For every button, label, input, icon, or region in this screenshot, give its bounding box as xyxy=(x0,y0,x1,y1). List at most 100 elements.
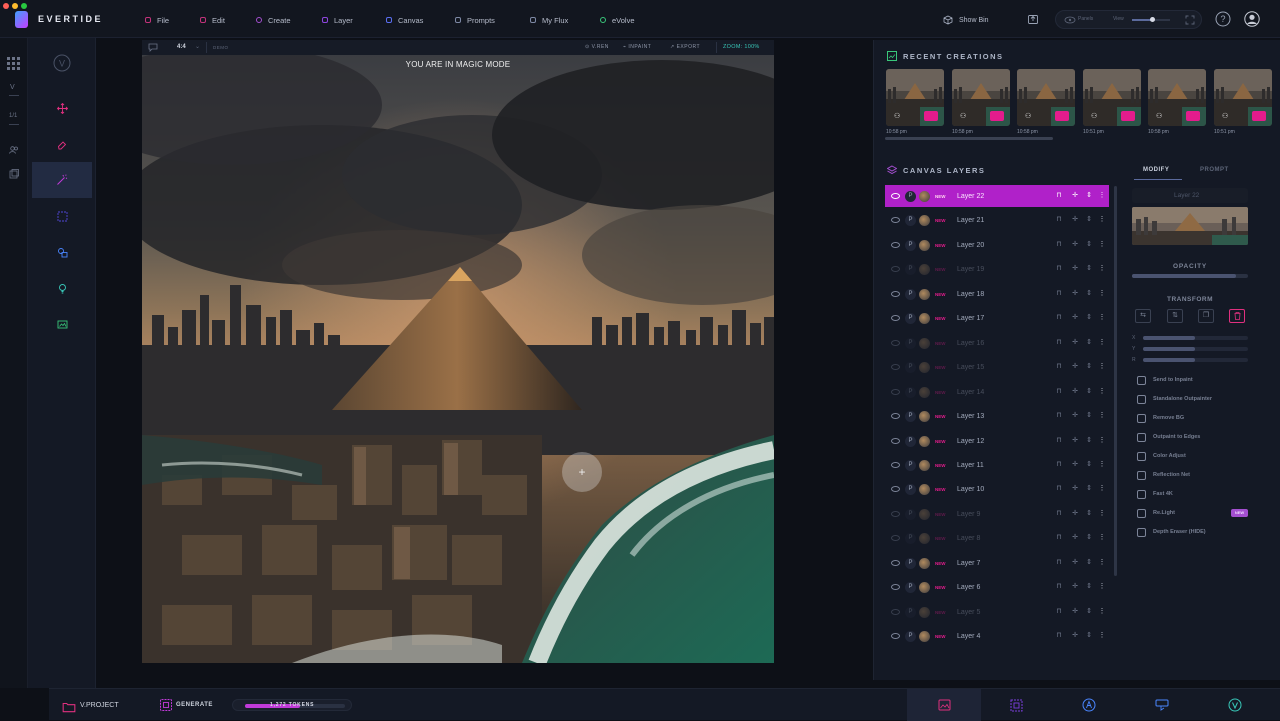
help-button[interactable]: ? xyxy=(1215,11,1231,27)
move-layer-icon[interactable]: ✛ xyxy=(1071,583,1079,591)
layer-p-badge[interactable]: P xyxy=(905,435,916,447)
layer-p-badge[interactable]: P xyxy=(905,361,916,373)
vgen-button[interactable]: ⊙ V.REN xyxy=(585,44,609,50)
lock-icon[interactable]: ⊓ xyxy=(1055,559,1063,567)
move-layer-icon[interactable]: ✛ xyxy=(1071,559,1079,567)
layer-menu-icon[interactable]: ⋮ xyxy=(1098,485,1106,493)
layers-scrollbar[interactable] xyxy=(1114,186,1117,576)
lock-icon[interactable]: ⊓ xyxy=(1055,632,1063,640)
layer-tool-item[interactable]: Reflection Net xyxy=(1137,468,1190,482)
layer-menu-icon[interactable]: ⋮ xyxy=(1098,339,1106,347)
visibility-eye-icon[interactable] xyxy=(891,242,900,248)
layer-tool-item[interactable]: Send to Inpaint xyxy=(1137,373,1193,387)
layer-p-badge[interactable]: P xyxy=(905,263,916,275)
move-tool[interactable] xyxy=(32,90,92,126)
layer-menu-icon[interactable]: ⋮ xyxy=(1098,388,1106,396)
axis-slider[interactable] xyxy=(1143,358,1248,362)
project-icon[interactable] xyxy=(62,700,76,714)
reorder-icon[interactable]: ⇕ xyxy=(1085,388,1093,396)
close-window-dot[interactable] xyxy=(3,3,9,9)
project-button[interactable]: V.PROJECT xyxy=(80,702,119,709)
reorder-icon[interactable]: ⇕ xyxy=(1085,583,1093,591)
lock-icon[interactable]: ⊓ xyxy=(1055,241,1063,249)
lock-icon[interactable]: ⊓ xyxy=(1055,461,1063,469)
menu-canvas[interactable]: Canvas xyxy=(386,13,423,27)
reorder-icon[interactable]: ⇕ xyxy=(1085,192,1093,200)
move-layer-icon[interactable]: ✛ xyxy=(1071,412,1079,420)
move-layer-icon[interactable]: ✛ xyxy=(1071,265,1079,273)
visibility-eye-icon[interactable] xyxy=(891,413,900,419)
menu-edit[interactable]: Edit xyxy=(200,13,225,27)
layer-row[interactable]: P NEW Layer 18 ⊓ ✛ ⇕ ⋮ xyxy=(885,283,1109,305)
magic-tool[interactable] xyxy=(32,162,92,198)
layer-menu-icon[interactable]: ⋮ xyxy=(1098,437,1106,445)
duplicate-button[interactable]: ❐ xyxy=(1198,309,1214,323)
layer-menu-icon[interactable]: ⋮ xyxy=(1098,608,1106,616)
layer-p-badge[interactable]: P xyxy=(905,410,916,422)
thumbnail-view-icon[interactable]: ⚇ xyxy=(1156,112,1162,120)
layer-tool-item[interactable]: Depth Eraser (HIDE) xyxy=(1137,525,1206,539)
layer-row[interactable]: P NEW Layer 10 ⊓ ✛ ⇕ ⋮ xyxy=(885,478,1109,500)
recent-thumbnail[interactable]: ⚇ xyxy=(1148,69,1206,126)
layer-tool-item[interactable]: Outpaint to Edges xyxy=(1137,430,1200,444)
move-layer-icon[interactable]: ✛ xyxy=(1071,437,1079,445)
layer-row[interactable]: P NEW Layer 19 ⊓ ✛ ⇕ ⋮ xyxy=(885,258,1109,280)
layer-row[interactable]: P NEW Layer 4 ⊓ ✛ ⇕ ⋮ xyxy=(885,625,1109,647)
panels-label[interactable]: Panels xyxy=(1078,16,1093,22)
layer-menu-icon[interactable]: ⋮ xyxy=(1098,534,1106,542)
layer-row[interactable]: P NEW Layer 20 ⊓ ✛ ⇕ ⋮ xyxy=(885,234,1109,256)
apps-grid-icon[interactable] xyxy=(7,57,20,70)
layer-menu-icon[interactable]: ⋮ xyxy=(1098,265,1106,273)
minimize-window-dot[interactable] xyxy=(12,3,18,9)
layer-row[interactable]: P NEW Layer 9 ⊓ ✛ ⇕ ⋮ xyxy=(885,503,1109,525)
layer-row[interactable]: P NEW Layer 15 ⊓ ✛ ⇕ ⋮ xyxy=(885,356,1109,378)
visibility-eye-icon[interactable] xyxy=(891,511,900,517)
reorder-icon[interactable]: ⇕ xyxy=(1085,510,1093,518)
move-layer-icon[interactable]: ✛ xyxy=(1071,632,1079,640)
layer-row[interactable]: P NEW Layer 13 ⊓ ✛ ⇕ ⋮ xyxy=(885,405,1109,427)
image-tool[interactable] xyxy=(32,306,92,342)
layer-menu-icon[interactable]: ⋮ xyxy=(1098,241,1106,249)
lock-icon[interactable]: ⊓ xyxy=(1055,583,1063,591)
gallery-icon[interactable] xyxy=(9,169,19,179)
lock-icon[interactable]: ⊓ xyxy=(1055,608,1063,616)
bottom-tab-ai[interactable] xyxy=(1082,698,1096,712)
recent-scrollbar[interactable] xyxy=(885,137,1053,140)
account-button[interactable] xyxy=(1244,11,1260,27)
move-layer-icon[interactable]: ✛ xyxy=(1071,534,1079,542)
lock-icon[interactable]: ⊓ xyxy=(1055,265,1063,273)
view-slider[interactable] xyxy=(1132,17,1170,22)
layer-menu-icon[interactable]: ⋮ xyxy=(1098,314,1106,322)
show-bin-button[interactable]: Show Bin xyxy=(943,13,989,27)
layer-p-badge[interactable]: P xyxy=(905,606,916,618)
layer-row[interactable]: P NEW Layer 14 ⊓ ✛ ⇕ ⋮ xyxy=(885,381,1109,403)
fullscreen-icon[interactable] xyxy=(1185,15,1195,25)
visibility-eye-icon[interactable] xyxy=(891,462,900,468)
layer-p-badge[interactable]: P xyxy=(905,581,916,593)
lock-icon[interactable]: ⊓ xyxy=(1055,216,1063,224)
rail-page-label[interactable]: 1/1 xyxy=(9,113,17,119)
thumbnail-view-icon[interactable]: ⚇ xyxy=(1222,112,1228,120)
layer-p-badge[interactable]: P xyxy=(905,532,916,544)
visibility-eye-icon[interactable] xyxy=(891,266,900,272)
menu-create[interactable]: Create xyxy=(256,13,291,27)
axis-slider[interactable] xyxy=(1143,347,1248,351)
move-layer-icon[interactable]: ✛ xyxy=(1071,290,1079,298)
layer-p-badge[interactable]: P xyxy=(905,508,916,520)
move-layer-icon[interactable]: ✛ xyxy=(1071,241,1079,249)
layer-menu-icon[interactable]: ⋮ xyxy=(1098,412,1106,420)
reorder-icon[interactable]: ⇕ xyxy=(1085,534,1093,542)
eraser-tool[interactable] xyxy=(32,126,92,162)
layer-tool-item[interactable]: Remove BG xyxy=(1137,411,1184,425)
move-layer-icon[interactable]: ✛ xyxy=(1071,485,1079,493)
visibility-eye-icon[interactable] xyxy=(891,609,900,615)
menu-file[interactable]: File xyxy=(145,13,169,27)
thumbnail-action-badge[interactable] xyxy=(1121,111,1135,121)
layer-p-badge[interactable]: P xyxy=(905,190,916,202)
layer-p-badge[interactable]: P xyxy=(905,288,916,300)
reorder-icon[interactable]: ⇕ xyxy=(1085,608,1093,616)
reorder-icon[interactable]: ⇕ xyxy=(1085,290,1093,298)
layer-tool-item[interactable]: Color Adjust xyxy=(1137,449,1186,463)
flip-horizontal-button[interactable]: ⇆ xyxy=(1135,309,1151,323)
layer-menu-icon[interactable]: ⋮ xyxy=(1098,290,1106,298)
